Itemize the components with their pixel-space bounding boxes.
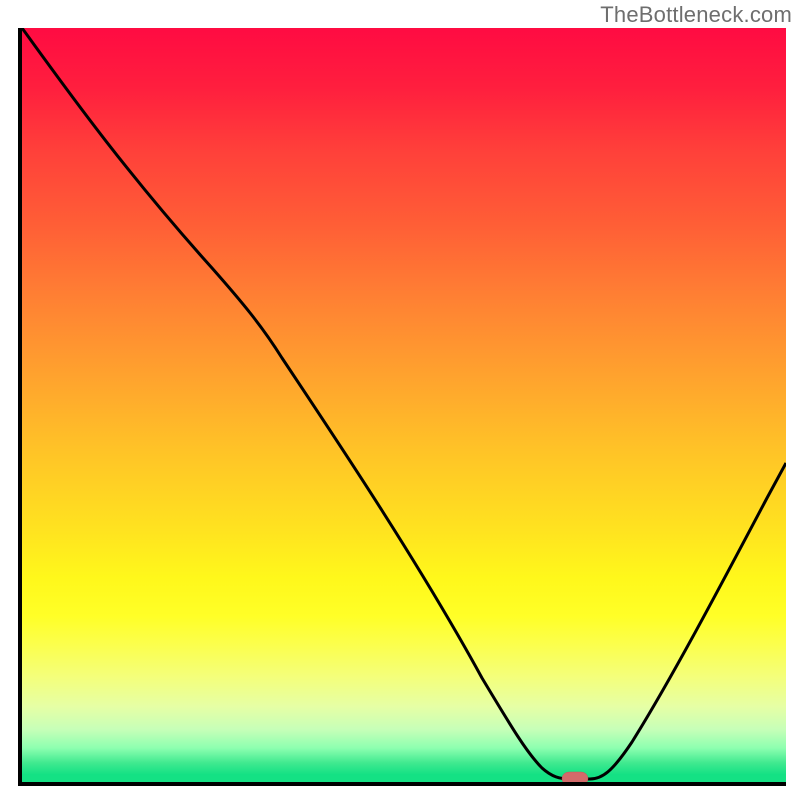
plot-area: [18, 28, 786, 786]
chart-container: TheBottleneck.com: [0, 0, 800, 800]
min-marker: [562, 772, 588, 782]
bottleneck-curve: [22, 28, 786, 782]
watermark-label: TheBottleneck.com: [600, 2, 792, 28]
curve-path: [22, 28, 786, 779]
